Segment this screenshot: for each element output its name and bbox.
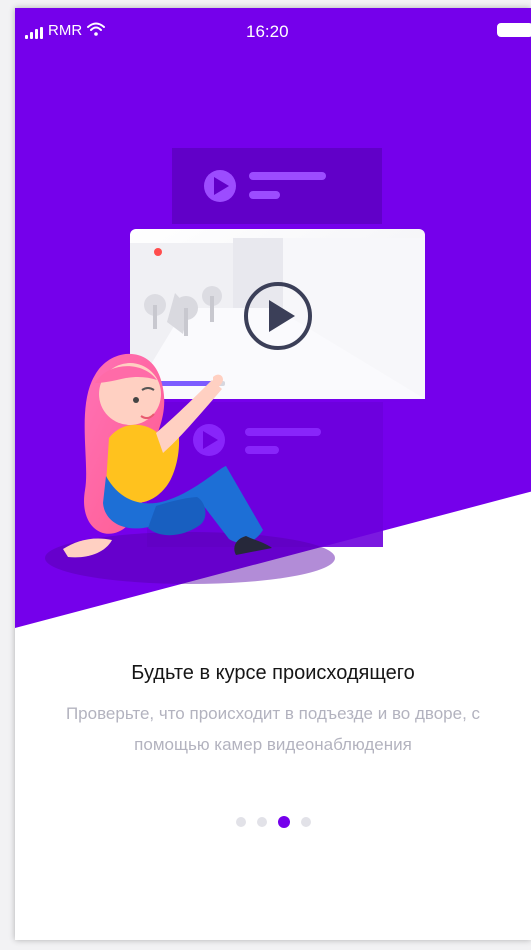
background-video-card-top <box>172 148 382 224</box>
video-surveillance-illustration <box>45 148 425 584</box>
page-dot-2[interactable] <box>256 817 267 827</box>
page-dot-4[interactable] <box>300 817 311 827</box>
onboarding-description: Проверьте, что происходит в подъезде и в… <box>65 704 481 754</box>
page-indicator <box>15 814 531 830</box>
onboarding-screen: RMR 16:20 Будьте в курсе происходящего П… <box>0 0 531 950</box>
onboarding-title: Будьте в курсе происходящего <box>131 662 415 684</box>
page-dot-3-active[interactable] <box>277 816 290 828</box>
page-dot-1[interactable] <box>235 817 246 827</box>
phone-screen: RMR 16:20 Будьте в курсе происходящего П… <box>15 8 531 940</box>
recording-indicator <box>154 248 162 256</box>
